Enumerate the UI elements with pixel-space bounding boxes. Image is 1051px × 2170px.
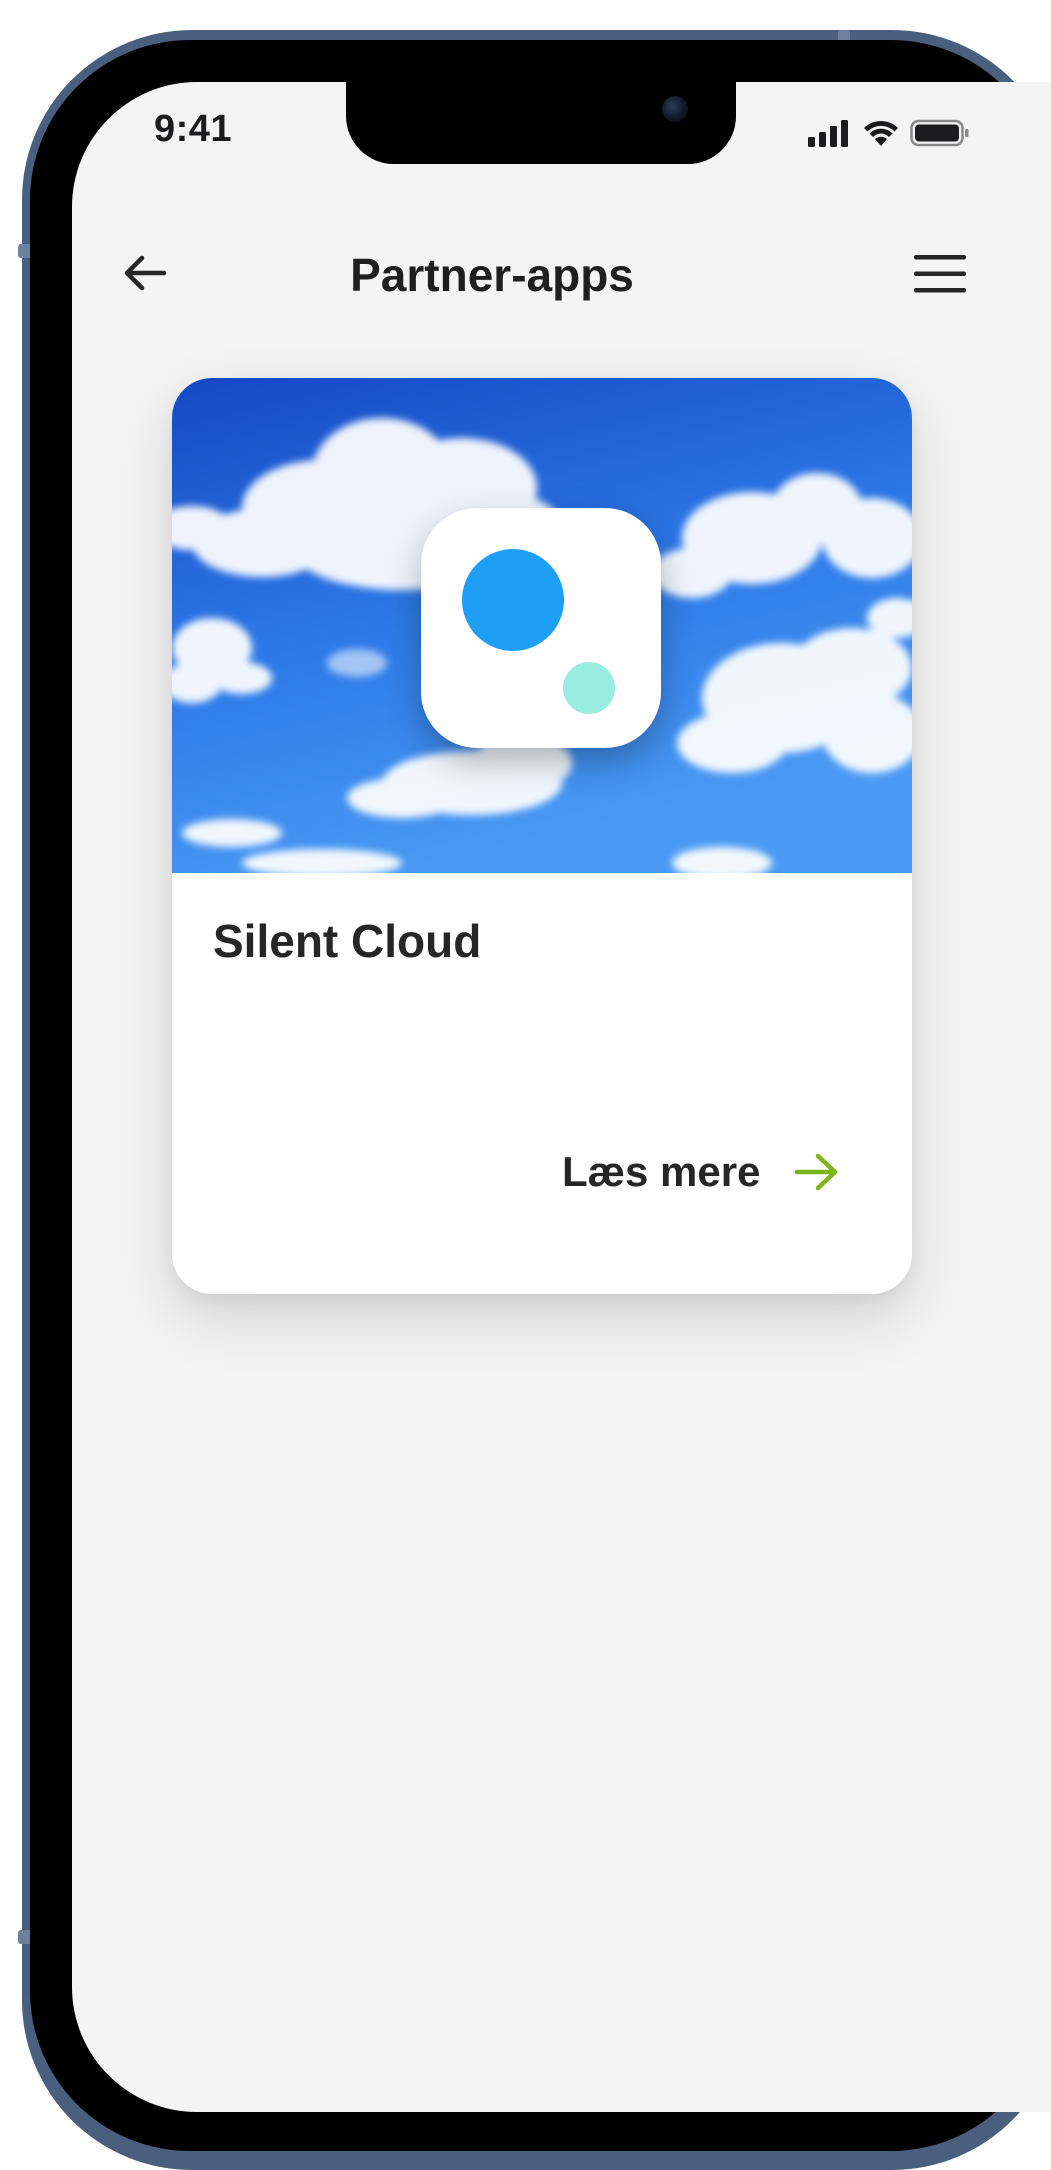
battery-icon <box>910 118 970 153</box>
page-title: Partner-apps <box>350 249 634 301</box>
read-more-label: Læs mere <box>562 1148 761 1195</box>
app-icon-large-dot <box>462 549 564 651</box>
wifi-icon <box>862 118 900 153</box>
partner-app-card[interactable]: Silent Cloud Læs mere <box>172 378 912 1294</box>
app-icon-small-dot <box>563 662 615 714</box>
menu-button[interactable] <box>912 252 968 296</box>
phone-screen: 9:41 Partner-apps Silent Cloud Læs mere <box>72 82 1051 2112</box>
cellular-signal-icon <box>808 119 852 152</box>
status-time: 9:41 <box>154 108 233 150</box>
read-more-link[interactable]: Læs mere <box>562 1148 840 1196</box>
hamburger-menu-icon <box>914 255 966 293</box>
card-title: Silent Cloud <box>213 915 482 967</box>
notch <box>346 82 736 164</box>
status-icons <box>808 118 970 153</box>
sky-clouds-image <box>172 378 912 873</box>
arrow-right-icon <box>795 1153 838 1191</box>
front-camera <box>662 96 688 122</box>
app-header: Partner-apps <box>72 232 1051 312</box>
silent-cloud-app-icon <box>421 508 661 748</box>
